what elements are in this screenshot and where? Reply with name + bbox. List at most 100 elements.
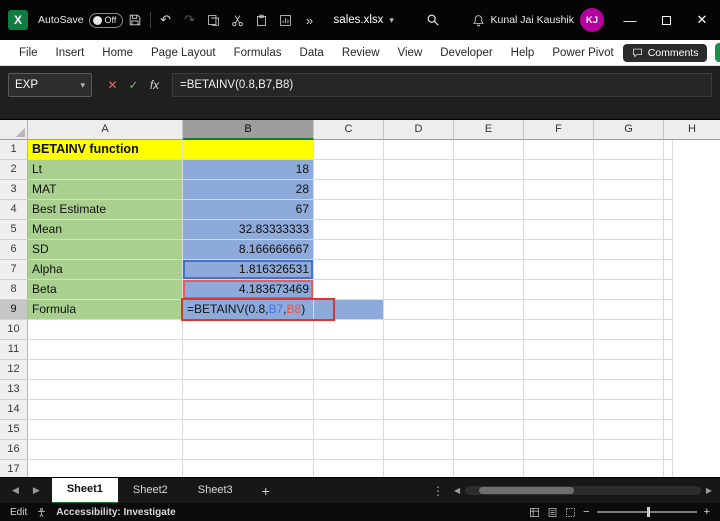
cell-h15[interactable] [664, 420, 673, 440]
cell-c8[interactable] [314, 280, 384, 300]
minimize-button[interactable]: — [612, 0, 648, 40]
horizontal-scrollbar[interactable]: ◀ ▶ [454, 486, 712, 495]
cell-b6[interactable]: 8.166666667 [183, 240, 314, 260]
formula-input[interactable]: =BETAINV(0.8,B7,B8) [172, 73, 712, 97]
column-header-b[interactable]: B [183, 120, 314, 140]
cell-b5[interactable]: 32.83333333 [183, 220, 314, 240]
cell-a6[interactable]: SD [28, 240, 183, 260]
cell-b10[interactable] [183, 320, 314, 340]
row-header-2[interactable]: 2 [0, 160, 28, 180]
tab-formulas[interactable]: Formulas [225, 40, 291, 66]
cell-e12[interactable] [454, 360, 524, 380]
redo-icon[interactable]: ↷ [178, 7, 202, 33]
cell-e1[interactable] [454, 140, 524, 160]
page-layout-view-icon[interactable] [547, 507, 558, 518]
cell-e11[interactable] [454, 340, 524, 360]
cell-d14[interactable] [384, 400, 454, 420]
cell-f6[interactable] [524, 240, 594, 260]
cell-c2[interactable] [314, 160, 384, 180]
cell-g7[interactable] [594, 260, 664, 280]
cell-f8[interactable] [524, 280, 594, 300]
sheet-tab-sheet1[interactable]: Sheet1 [52, 478, 118, 504]
cell-d4[interactable] [384, 200, 454, 220]
zoom-slider[interactable] [597, 511, 697, 513]
cell-g12[interactable] [594, 360, 664, 380]
cell-c17[interactable] [314, 460, 384, 477]
more-options-icon[interactable]: ⋮ [422, 484, 454, 498]
row-header-13[interactable]: 13 [0, 380, 28, 400]
cell-d6[interactable] [384, 240, 454, 260]
cell-e2[interactable] [454, 160, 524, 180]
cell-e4[interactable] [454, 200, 524, 220]
cell-b9[interactable]: =BETAINV(0.8,B7,B8) [183, 300, 314, 320]
cell-f11[interactable] [524, 340, 594, 360]
cell-c9[interactable] [314, 300, 384, 320]
cell-a16[interactable] [28, 440, 183, 460]
zoom-slider-thumb[interactable] [647, 507, 650, 517]
cell-e9[interactable] [454, 300, 524, 320]
cell-h5[interactable] [664, 220, 673, 240]
row-header-9[interactable]: 9 [0, 300, 28, 320]
cell-h4[interactable] [664, 200, 673, 220]
page-break-view-icon[interactable] [565, 507, 576, 518]
cell-h16[interactable] [664, 440, 673, 460]
cell-a5[interactable]: Mean [28, 220, 183, 240]
add-sheet-button[interactable]: + [248, 483, 284, 499]
column-header-f[interactable]: F [524, 120, 594, 140]
cell-g10[interactable] [594, 320, 664, 340]
cell-h10[interactable] [664, 320, 673, 340]
next-sheet-icon[interactable]: ▶ [33, 485, 40, 496]
cell-d7[interactable] [384, 260, 454, 280]
search-icon[interactable] [421, 7, 445, 33]
row-header-17[interactable]: 17 [0, 460, 28, 477]
prev-sheet-icon[interactable]: ◀ [12, 485, 19, 496]
document-title[interactable]: sales.xlsx ▾ [334, 14, 394, 26]
save-icon[interactable] [123, 7, 147, 33]
row-header-3[interactable]: 3 [0, 180, 28, 200]
row-header-14[interactable]: 14 [0, 400, 28, 420]
row-header-1[interactable]: 1 [0, 140, 28, 160]
scrollbar-thumb[interactable] [479, 487, 573, 494]
cell-h1[interactable] [664, 140, 673, 160]
enter-entry-button[interactable]: ✓ [123, 78, 144, 92]
cell-h2[interactable] [664, 160, 673, 180]
cell-d2[interactable] [384, 160, 454, 180]
cell-g6[interactable] [594, 240, 664, 260]
normal-view-icon[interactable] [529, 507, 540, 518]
cell-c3[interactable] [314, 180, 384, 200]
cell-h3[interactable] [664, 180, 673, 200]
row-header-5[interactable]: 5 [0, 220, 28, 240]
cell-e6[interactable] [454, 240, 524, 260]
tab-home[interactable]: Home [93, 40, 142, 66]
cell-c4[interactable] [314, 200, 384, 220]
cell-a2[interactable]: Lt [28, 160, 183, 180]
row-header-12[interactable]: 12 [0, 360, 28, 380]
zoom-out-icon[interactable]: − [583, 506, 589, 518]
cell-b2[interactable]: 18 [183, 160, 314, 180]
cell-d13[interactable] [384, 380, 454, 400]
undo-icon[interactable]: ↶ [154, 7, 178, 33]
scroll-right-icon[interactable]: ▶ [706, 486, 712, 495]
cell-c7[interactable] [314, 260, 384, 280]
quick-access-overflow-icon[interactable]: » [298, 7, 322, 33]
cell-e10[interactable] [454, 320, 524, 340]
row-header-16[interactable]: 16 [0, 440, 28, 460]
sheet-tab-sheet2[interactable]: Sheet2 [118, 478, 183, 504]
cell-h14[interactable] [664, 400, 673, 420]
cell-d5[interactable] [384, 220, 454, 240]
cell-c15[interactable] [314, 420, 384, 440]
cell-b16[interactable] [183, 440, 314, 460]
paste-icon[interactable] [250, 7, 274, 33]
cell-g16[interactable] [594, 440, 664, 460]
cell-a15[interactable] [28, 420, 183, 440]
column-header-a[interactable]: A [28, 120, 183, 140]
maximize-button[interactable] [648, 0, 684, 40]
cell-b14[interactable] [183, 400, 314, 420]
chart-icon[interactable] [274, 7, 298, 33]
cell-a4[interactable]: Best Estimate [28, 200, 183, 220]
cell-d3[interactable] [384, 180, 454, 200]
cell-e16[interactable] [454, 440, 524, 460]
cell-e7[interactable] [454, 260, 524, 280]
cell-g9[interactable] [594, 300, 664, 320]
tab-help[interactable]: Help [502, 40, 544, 66]
